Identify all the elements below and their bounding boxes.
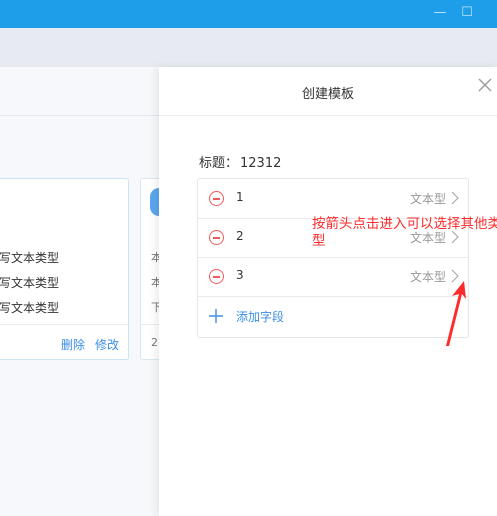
remove-field-icon[interactable] <box>209 269 224 284</box>
minimize-button[interactable]: — <box>431 4 449 22</box>
field-list: 1 文本型 2 文本型 3 文本型 添加字段 <box>197 178 469 338</box>
field-row[interactable]: 3 文本型 <box>198 257 468 297</box>
arrow-annotation-icon <box>446 281 466 346</box>
template-title-field: 标题： 12312 <box>197 152 281 171</box>
field-name: 1 <box>236 190 244 204</box>
window-titlebar: — ☐ <box>0 0 497 28</box>
remove-field-icon[interactable] <box>209 191 224 206</box>
edit-link[interactable]: 修改 <box>95 336 119 353</box>
maximize-button[interactable]: ☐ <box>458 4 476 22</box>
remove-field-icon[interactable] <box>209 230 224 245</box>
toolbar-area <box>0 28 497 67</box>
card-field-row: 写文本类型 <box>0 276 60 290</box>
template-card[interactable]: 写文本类型 写文本类型 写文本类型 删除 修改 <box>0 178 129 360</box>
add-field-button[interactable]: 添加字段 <box>198 296 468 336</box>
close-icon[interactable] <box>475 75 495 95</box>
field-type: 文本型 <box>409 192 446 206</box>
card-field-row: 写文本类型 <box>0 301 60 315</box>
field-row[interactable]: 1 文本型 <box>198 179 468 219</box>
divider <box>0 115 160 116</box>
dialog-header: 创建模板 <box>159 67 497 116</box>
card-field-row: 写文本类型 <box>0 251 60 265</box>
field-name: 2 <box>236 229 244 243</box>
annotation-note: 按箭头点击进入可以选择其他类型 <box>312 216 497 249</box>
dialog-title: 创建模板 <box>301 87 354 102</box>
field-name: 3 <box>236 268 244 282</box>
plus-icon <box>209 309 223 323</box>
delete-link[interactable]: 删除 <box>61 336 85 353</box>
chevron-right-icon[interactable] <box>450 191 460 205</box>
card-footer-text: 2 <box>151 336 158 349</box>
add-field-label: 添加字段 <box>236 310 285 324</box>
title-label: 标题： <box>199 156 239 171</box>
title-value: 12312 <box>240 156 282 171</box>
